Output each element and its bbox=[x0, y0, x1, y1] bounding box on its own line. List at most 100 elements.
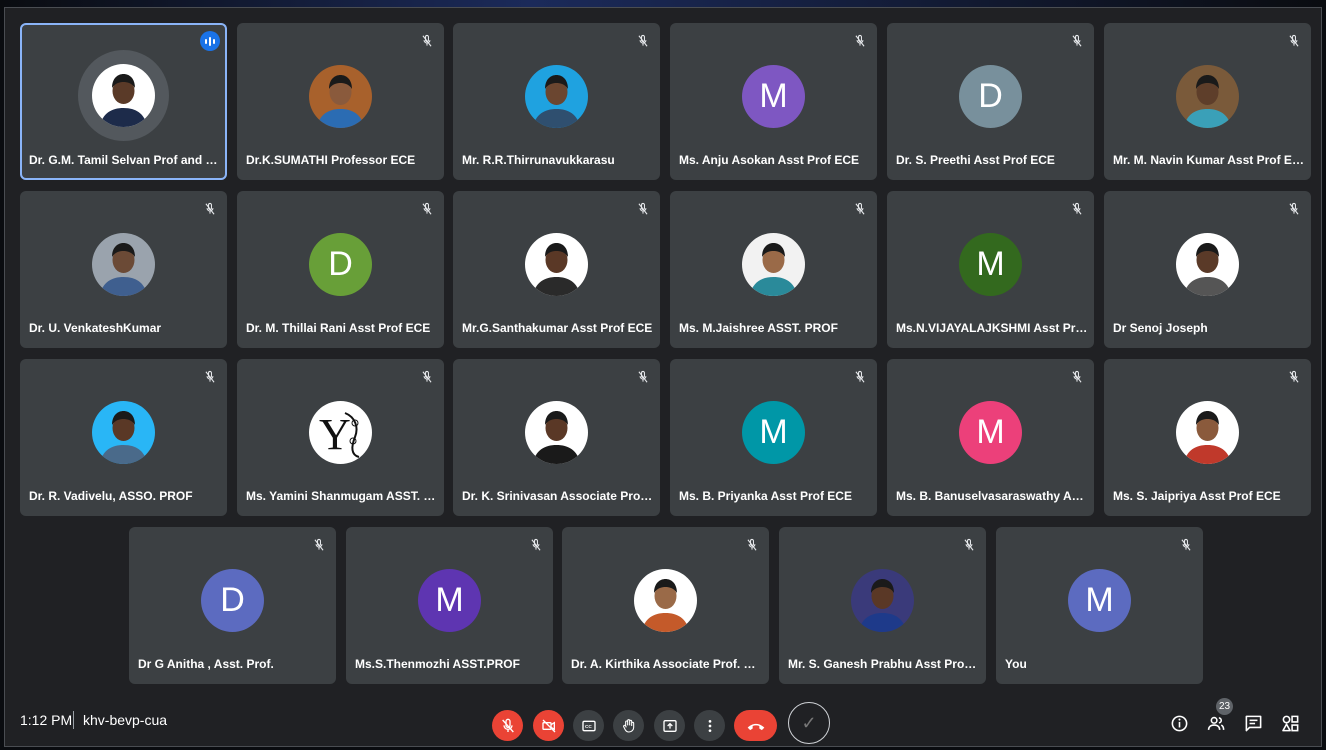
present-icon bbox=[662, 719, 677, 732]
participant-tile[interactable]: Mr. R.R.Thirrunavukkarasu bbox=[453, 23, 660, 180]
captions-button[interactable]: CC bbox=[573, 710, 604, 741]
participant-tile[interactable]: Dr Senoj Joseph bbox=[1104, 191, 1311, 348]
participant-name: Ms. B. Banuselvasaraswathy Asst Prof ECE bbox=[896, 489, 1088, 503]
mic-muted-icon bbox=[853, 34, 867, 48]
participant-tile[interactable]: Mr. M. Navin Kumar Asst Prof ECE bbox=[1104, 23, 1311, 180]
mic-toggle-button[interactable] bbox=[492, 710, 523, 741]
avatar-photo bbox=[92, 233, 155, 296]
avatar-initial: M bbox=[959, 233, 1022, 296]
avatar-photo bbox=[309, 65, 372, 128]
camera-off-icon bbox=[541, 719, 555, 732]
mic-muted-icon bbox=[853, 370, 867, 384]
participant-name: Ms.N.VIJAYALAJKSHMI Asst Prof ECE bbox=[896, 321, 1088, 335]
more-options-icon bbox=[708, 719, 711, 732]
bottom-control-bar: 1:12 PM khv-bevp-cua CC ✓ 23 bbox=[5, 698, 1323, 748]
svg-text:Y: Y bbox=[319, 410, 351, 459]
svg-text:CC: CC bbox=[585, 724, 592, 729]
participant-tile[interactable]: M You bbox=[996, 527, 1203, 684]
participant-tile[interactable]: Mr. S. Ganesh Prabhu Asst Prof ECE bbox=[779, 527, 986, 684]
window-top-gradient bbox=[0, 0, 1326, 7]
participant-tile[interactable]: Y Ms. Yamini Shanmugam ASST. PROF bbox=[237, 359, 444, 516]
camera-toggle-button[interactable] bbox=[533, 710, 564, 741]
participant-name: Ms. Yamini Shanmugam ASST. PROF bbox=[246, 489, 438, 503]
participant-name: Dr Senoj Joseph bbox=[1113, 321, 1208, 335]
mic-muted-icon bbox=[636, 202, 650, 216]
mic-muted-icon bbox=[1287, 34, 1301, 48]
participant-tile[interactable]: D Dr. M. Thillai Rani Asst Prof ECE bbox=[237, 191, 444, 348]
participant-tile[interactable]: Ms. M.Jaishree ASST. PROF bbox=[670, 191, 877, 348]
participant-name: Ms.S.Thenmozhi ASST.PROF bbox=[355, 657, 520, 671]
activities-button[interactable] bbox=[1279, 712, 1301, 734]
avatar-photo bbox=[78, 50, 169, 141]
mic-muted-icon bbox=[312, 538, 326, 552]
participant-tile[interactable]: Dr. G.M. Tamil Selvan Prof and Head bbox=[20, 23, 227, 180]
participant-tile[interactable]: Dr.K.SUMATHI Professor ECE bbox=[237, 23, 444, 180]
mic-muted-icon bbox=[1287, 202, 1301, 216]
mic-muted-icon bbox=[745, 538, 759, 552]
avatar-photo bbox=[742, 233, 805, 296]
participant-name: Ms. Anju Asokan Asst Prof ECE bbox=[679, 153, 860, 167]
present-button[interactable] bbox=[654, 710, 685, 741]
mic-muted-icon bbox=[636, 34, 650, 48]
participant-tile[interactable]: Dr. R. Vadivelu, ASSO. PROF bbox=[20, 359, 227, 516]
separator bbox=[73, 711, 74, 729]
avatar-photo bbox=[1176, 401, 1239, 464]
end-call-button[interactable] bbox=[734, 710, 777, 741]
speaking-indicator-icon bbox=[200, 31, 220, 51]
participant-name: Mr. M. Navin Kumar Asst Prof ECE bbox=[1113, 153, 1305, 167]
avatar-photo bbox=[851, 569, 914, 632]
avatar-initial: M bbox=[1068, 569, 1131, 632]
participant-name: Ms. M.Jaishree ASST. PROF bbox=[679, 321, 838, 335]
mic-muted-icon bbox=[529, 538, 543, 552]
avatar-photo: Y bbox=[309, 401, 372, 464]
avatar-initial: M bbox=[742, 401, 805, 464]
participant-name: Dr. M. Thillai Rani Asst Prof ECE bbox=[246, 321, 431, 335]
mic-muted-icon bbox=[203, 202, 217, 216]
chat-button[interactable] bbox=[1242, 712, 1264, 734]
avatar-photo bbox=[525, 65, 588, 128]
participant-tile[interactable]: D Dr G Anitha , Asst. Prof. bbox=[129, 527, 336, 684]
info-icon bbox=[1171, 715, 1187, 731]
mic-muted-icon bbox=[203, 370, 217, 384]
avatar-photo bbox=[1176, 233, 1239, 296]
end-call-icon bbox=[747, 723, 764, 730]
avatar-initial: D bbox=[309, 233, 372, 296]
participant-tile[interactable]: M Ms.S.Thenmozhi ASST.PROF bbox=[346, 527, 553, 684]
participant-name: Ms. S. Jaipriya Asst Prof ECE bbox=[1113, 489, 1281, 503]
participant-name: Dr. G.M. Tamil Selvan Prof and Head bbox=[29, 153, 221, 167]
chat-icon bbox=[1245, 715, 1261, 731]
participant-name: Dr.K.SUMATHI Professor ECE bbox=[246, 153, 416, 167]
participant-tile[interactable]: M Ms.N.VIJAYALAJKSHMI Asst Prof ECE bbox=[887, 191, 1094, 348]
avatar-initial: M bbox=[959, 401, 1022, 464]
participant-tile[interactable]: M Ms. B. Banuselvasaraswathy Asst Prof EC… bbox=[887, 359, 1094, 516]
participant-name: Dr. A. Kirthika Associate Prof. ECE bbox=[571, 657, 763, 671]
participant-tile[interactable]: Mr.G.Santhakumar Asst Prof ECE bbox=[453, 191, 660, 348]
participant-name: Dr G Anitha , Asst. Prof. bbox=[138, 657, 274, 671]
raise-hand-button[interactable] bbox=[613, 710, 644, 741]
avatar-initial: D bbox=[201, 569, 264, 632]
mic-muted-icon bbox=[1179, 538, 1193, 552]
mic-muted-icon bbox=[636, 370, 650, 384]
people-button[interactable] bbox=[1205, 712, 1227, 734]
more-options-button[interactable] bbox=[694, 710, 725, 741]
meeting-info-button[interactable] bbox=[1168, 712, 1190, 734]
participant-tile[interactable]: Dr. A. Kirthika Associate Prof. ECE bbox=[562, 527, 769, 684]
participant-tile[interactable]: M Ms. B. Priyanka Asst Prof ECE bbox=[670, 359, 877, 516]
participant-name: Dr. S. Preethi Asst Prof ECE bbox=[896, 153, 1055, 167]
participant-tile[interactable]: Dr. U. VenkateshKumar bbox=[20, 191, 227, 348]
mic-muted-icon bbox=[853, 202, 867, 216]
mic-muted-icon bbox=[962, 538, 976, 552]
participant-name: Dr. K. Srinivasan Associate Professor bbox=[462, 489, 654, 503]
mic-muted-icon bbox=[1287, 370, 1301, 384]
participant-tile[interactable]: M Ms. Anju Asokan Asst Prof ECE bbox=[670, 23, 877, 180]
avatar-photo bbox=[525, 233, 588, 296]
participant-count-badge: 23 bbox=[1216, 698, 1233, 715]
mic-muted-icon bbox=[1070, 370, 1084, 384]
participant-tile[interactable]: D Dr. S. Preethi Asst Prof ECE bbox=[887, 23, 1094, 180]
avatar-photo bbox=[525, 401, 588, 464]
participant-name: Mr. S. Ganesh Prabhu Asst Prof ECE bbox=[788, 657, 980, 671]
participant-name: Mr.G.Santhakumar Asst Prof ECE bbox=[462, 321, 653, 335]
participant-tile[interactable]: Dr. K. Srinivasan Associate Professor bbox=[453, 359, 660, 516]
people-icon bbox=[1207, 716, 1224, 730]
participant-tile[interactable]: Ms. S. Jaipriya Asst Prof ECE bbox=[1104, 359, 1311, 516]
